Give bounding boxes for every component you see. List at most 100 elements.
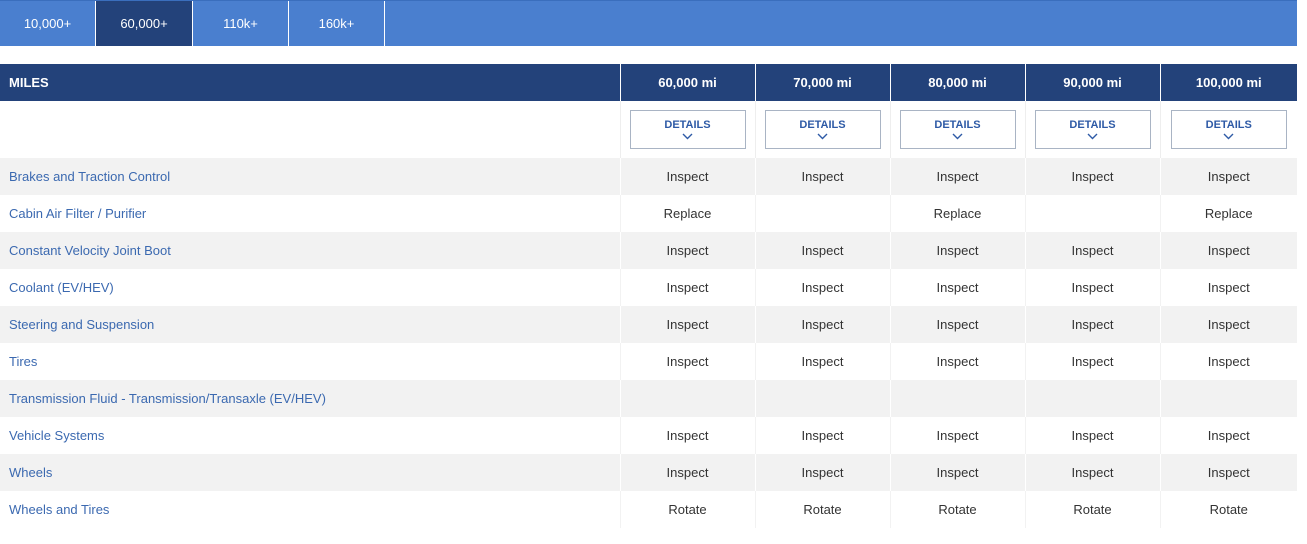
table-row: Constant Velocity Joint Boot Inspect Ins… (0, 232, 1297, 269)
details-button-80000[interactable]: DETAILS (899, 110, 1016, 149)
miles-header: MILES (0, 64, 620, 101)
details-button-90000[interactable]: DETAILS (1034, 110, 1151, 149)
service-cell: Inspect (889, 343, 1025, 380)
service-item-link[interactable]: Cabin Air Filter / Purifier (0, 195, 620, 232)
service-cell (1024, 195, 1160, 232)
service-cell: Inspect (619, 454, 755, 491)
details-button-100000[interactable]: DETAILS (1170, 110, 1287, 149)
service-cell: Inspect (889, 306, 1025, 343)
details-button-60000[interactable]: DETAILS (629, 110, 746, 149)
service-cell: Inspect (754, 454, 890, 491)
details-label: DETAILS (934, 119, 981, 131)
service-cell: Inspect (754, 232, 890, 269)
service-cell: Rotate (1159, 491, 1297, 528)
details-button-70000[interactable]: DETAILS (764, 110, 881, 149)
service-cell: Inspect (1024, 269, 1160, 306)
table-row: Transmission Fluid - Transmission/Transa… (0, 380, 1297, 417)
details-row: DETAILS DETAILS DETAILS DETAILS DETAILS (0, 101, 1297, 158)
service-cell: Inspect (1024, 454, 1160, 491)
table-header-row: MILES 60,000 mi 70,000 mi 80,000 mi 90,0… (0, 64, 1297, 101)
service-cell: Inspect (619, 232, 755, 269)
service-cell: Inspect (889, 454, 1025, 491)
details-cell: DETAILS (619, 101, 755, 158)
service-cell (754, 195, 890, 232)
service-cell: Rotate (754, 491, 890, 528)
table-row: Wheels Inspect Inspect Inspect Inspect I… (0, 454, 1297, 491)
service-cell: Inspect (889, 158, 1025, 195)
details-label: DETAILS (664, 119, 711, 131)
details-label: DETAILS (799, 119, 846, 131)
service-cell: Rotate (619, 491, 755, 528)
column-header-60000: 60,000 mi (619, 64, 755, 101)
table-row: Wheels and Tires Rotate Rotate Rotate Ro… (0, 491, 1297, 528)
service-cell: Inspect (1159, 454, 1297, 491)
service-item-link[interactable]: Vehicle Systems (0, 417, 620, 454)
service-item-link[interactable]: Coolant (EV/HEV) (0, 269, 620, 306)
service-cell: Inspect (1159, 417, 1297, 454)
service-item-link[interactable]: Wheels (0, 454, 620, 491)
maintenance-schedule-table: MILES 60,000 mi 70,000 mi 80,000 mi 90,0… (0, 64, 1297, 528)
column-header-90000: 90,000 mi (1024, 64, 1160, 101)
service-cell: Inspect (1024, 232, 1160, 269)
chevron-down-icon (817, 133, 828, 140)
details-label: DETAILS (1069, 119, 1116, 131)
service-cell: Inspect (1159, 269, 1297, 306)
chevron-down-icon (682, 133, 693, 140)
service-cell: Inspect (1159, 306, 1297, 343)
service-cell (619, 380, 755, 417)
tab-60000[interactable]: 60,000+ (96, 1, 193, 46)
service-cell: Inspect (754, 269, 890, 306)
service-item-link[interactable]: Tires (0, 343, 620, 380)
table-row: Steering and Suspension Inspect Inspect … (0, 306, 1297, 343)
service-cell: Replace (1159, 195, 1297, 232)
details-label: DETAILS (1205, 119, 1252, 131)
service-cell: Inspect (889, 269, 1025, 306)
service-cell: Inspect (754, 306, 890, 343)
service-cell (754, 380, 890, 417)
service-cell (1024, 380, 1160, 417)
service-cell: Inspect (619, 343, 755, 380)
details-cell: DETAILS (1024, 101, 1160, 158)
service-cell: Rotate (1024, 491, 1160, 528)
service-cell: Inspect (1024, 417, 1160, 454)
column-header-70000: 70,000 mi (754, 64, 890, 101)
table-row: Vehicle Systems Inspect Inspect Inspect … (0, 417, 1297, 454)
column-header-100000: 100,000 mi (1159, 64, 1297, 101)
service-cell (889, 380, 1025, 417)
column-header-80000: 80,000 mi (889, 64, 1025, 101)
mileage-tab-bar: 10,000+ 60,000+ 110k+ 160k+ (0, 0, 1297, 46)
table-row: Tires Inspect Inspect Inspect Inspect In… (0, 343, 1297, 380)
service-cell: Inspect (889, 417, 1025, 454)
service-cell: Inspect (1159, 343, 1297, 380)
service-cell: Inspect (619, 417, 755, 454)
chevron-down-icon (1087, 133, 1098, 140)
service-item-link[interactable]: Transmission Fluid - Transmission/Transa… (0, 380, 620, 417)
service-cell: Inspect (1024, 343, 1160, 380)
service-cell: Inspect (754, 343, 890, 380)
service-item-link[interactable]: Wheels and Tires (0, 491, 620, 528)
service-cell: Replace (889, 195, 1025, 232)
service-cell: Inspect (754, 158, 890, 195)
service-cell: Replace (619, 195, 755, 232)
details-row-spacer (0, 101, 620, 158)
service-cell: Inspect (1159, 158, 1297, 195)
service-cell: Inspect (1024, 158, 1160, 195)
service-cell: Inspect (1159, 232, 1297, 269)
tab-10000[interactable]: 10,000+ (0, 1, 96, 46)
service-cell: Inspect (619, 269, 755, 306)
service-cell: Inspect (619, 158, 755, 195)
service-cell: Inspect (754, 417, 890, 454)
service-item-link[interactable]: Constant Velocity Joint Boot (0, 232, 620, 269)
service-item-link[interactable]: Brakes and Traction Control (0, 158, 620, 195)
tab-110k[interactable]: 110k+ (193, 1, 289, 46)
details-cell: DETAILS (889, 101, 1025, 158)
service-cell: Inspect (889, 232, 1025, 269)
table-row: Coolant (EV/HEV) Inspect Inspect Inspect… (0, 269, 1297, 306)
service-cell: Inspect (619, 306, 755, 343)
service-cell: Rotate (889, 491, 1025, 528)
details-cell: DETAILS (1159, 101, 1297, 158)
tab-160k[interactable]: 160k+ (289, 1, 385, 46)
details-cell: DETAILS (754, 101, 890, 158)
chevron-down-icon (952, 133, 963, 140)
service-item-link[interactable]: Steering and Suspension (0, 306, 620, 343)
